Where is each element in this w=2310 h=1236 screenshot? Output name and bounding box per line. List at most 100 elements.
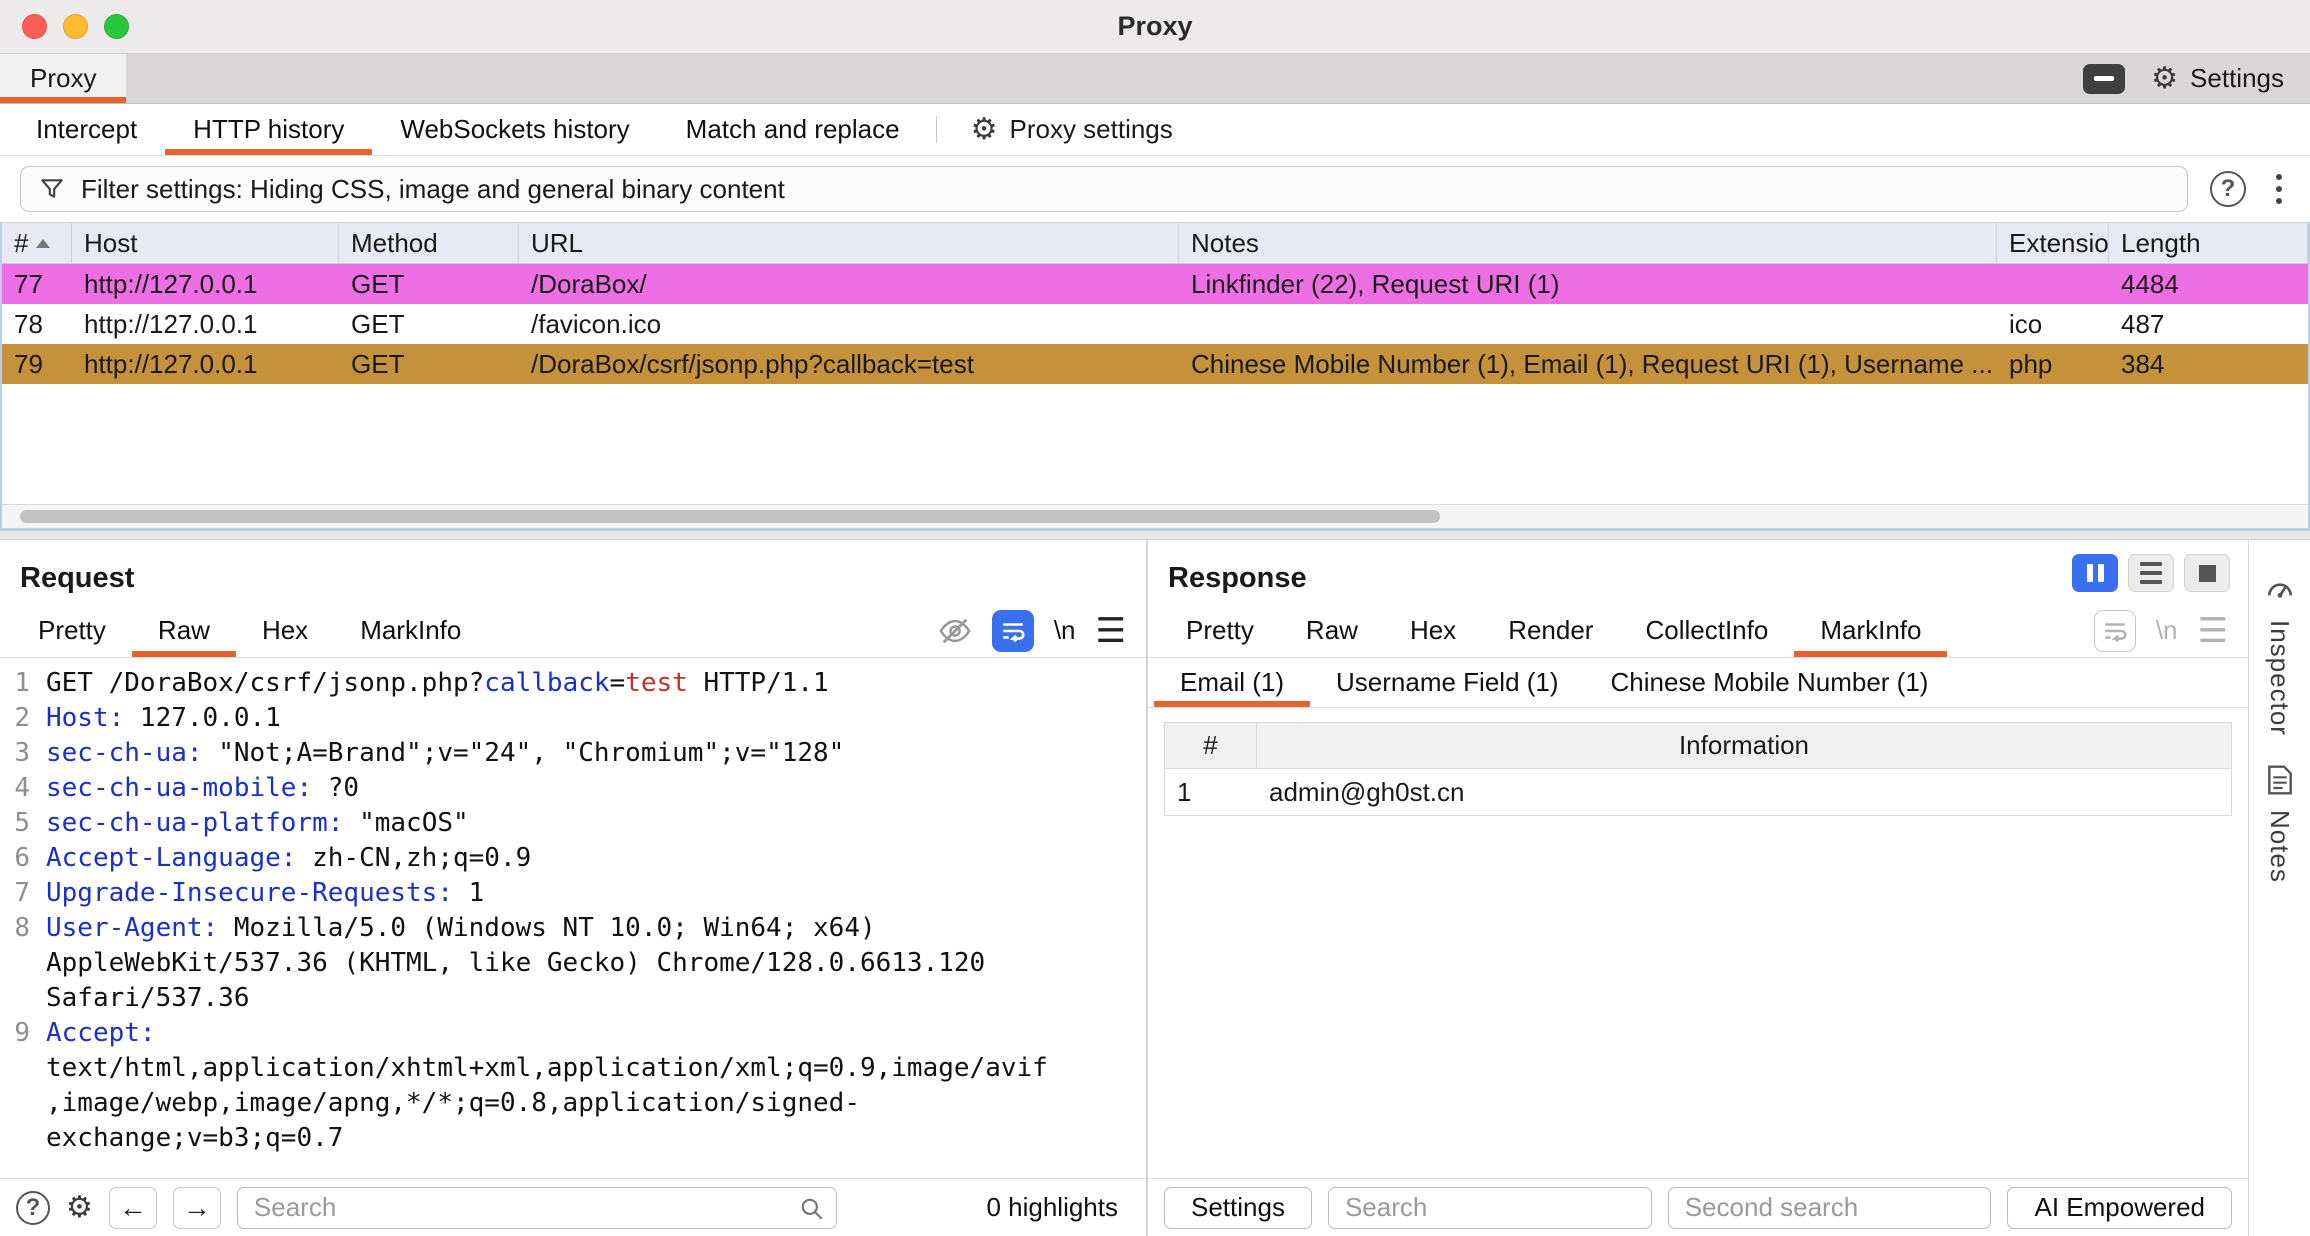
column-header-information[interactable]: Information — [1257, 723, 2231, 768]
help-icon[interactable] — [16, 1190, 50, 1225]
response-tab-bar: Pretty Raw Hex Render CollectInfo MarkInfo \n… — [1148, 604, 2248, 658]
markinfo-settings-button[interactable]: Settings — [1164, 1186, 1312, 1229]
notes-label: Notes — [2265, 809, 2295, 883]
view-toggle-group — [2072, 554, 2230, 592]
request-tab-raw[interactable]: Raw — [132, 604, 236, 657]
list-view-button[interactable] — [2128, 554, 2174, 592]
response-tab-markinfo[interactable]: MarkInfo — [1794, 604, 1947, 657]
column-header-host[interactable]: Host — [72, 223, 339, 263]
horizontal-splitter[interactable] — [0, 530, 2310, 540]
tab-proxy[interactable]: Proxy — [0, 54, 127, 103]
response-tab-hex[interactable]: Hex — [1384, 604, 1482, 657]
response-empty-area — [1148, 816, 2248, 1178]
markinfo-table-header: # Information — [1165, 723, 2231, 769]
second-search-input[interactable] — [1667, 1186, 1992, 1229]
response-tab-pretty[interactable]: Pretty — [1160, 604, 1280, 657]
notes-icon — [2267, 765, 2292, 795]
line-number: 6 — [14, 843, 30, 873]
response-search-input[interactable] — [1327, 1186, 1652, 1229]
more-options-icon[interactable] — [2268, 170, 2290, 208]
show-newlines-toggle[interactable]: \n — [2156, 615, 2178, 646]
rail-item-inspector[interactable]: Inspector — [2264, 574, 2296, 736]
panel-layout-icon[interactable] — [2083, 63, 2126, 94]
response-tab-render[interactable]: Render — [1482, 604, 1619, 657]
tab-intercept[interactable]: Intercept — [8, 104, 165, 155]
column-header-number[interactable]: # — [2, 223, 72, 263]
response-tab-collectinfo[interactable]: CollectInfo — [1619, 604, 1794, 657]
next-match-button[interactable] — [172, 1186, 221, 1229]
table-row[interactable]: 78 http://127.0.0.1 GET/favicon.ico ico 487 — [2, 304, 2308, 344]
filter-funnel-icon — [41, 179, 63, 198]
horizontal-scrollbar[interactable] — [2, 504, 2308, 528]
word-wrap-icon — [2105, 622, 2127, 642]
editor-menu-icon[interactable]: ☰ — [1096, 614, 1126, 648]
info-table-body: 1 admin@gh0st.cn — [1165, 769, 2231, 815]
table-row[interactable]: 1 admin@gh0st.cn — [1165, 769, 2231, 815]
rail-item-notes[interactable]: Notes — [2264, 764, 2295, 883]
divider — [935, 116, 937, 143]
code-line: 4 sec-ch-ua-mobile: ?0 — [0, 771, 1146, 806]
table-empty-area — [2, 384, 2308, 504]
settings-button[interactable]: Settings — [2151, 61, 2284, 96]
sort-asc-icon — [36, 238, 51, 248]
window-controls — [0, 14, 129, 39]
mark-tab-chinese-mobile-number-1[interactable]: Chinese Mobile Number (1) — [1585, 658, 1955, 707]
hide-icon[interactable] — [938, 614, 972, 648]
word-wrap-toggle[interactable] — [991, 609, 1034, 652]
request-tab-pretty[interactable]: Pretty — [12, 604, 132, 657]
proxy-settings-button[interactable]: Proxy settings — [945, 104, 1199, 155]
code-line: 7 Upgrade-Insecure-Requests: 1 — [0, 876, 1146, 911]
column-header-url[interactable]: URL — [519, 223, 1179, 263]
filter-settings-bar[interactable]: Filter settings: Hiding CSS, image and g… — [20, 166, 2188, 212]
line-number: 5 — [14, 808, 30, 838]
minimize-window-button[interactable] — [63, 14, 88, 39]
table-row[interactable]: 77 http://127.0.0.1 GET/DoraBox/Linkfinder… — [2, 264, 2308, 304]
close-window-button[interactable] — [22, 14, 47, 39]
tab-match-and-replace[interactable]: Match and replace — [658, 104, 928, 155]
mark-tab-username-field-1[interactable]: Username Field (1) — [1310, 658, 1585, 707]
editor-settings-icon[interactable] — [66, 1190, 93, 1225]
column-header-method[interactable]: Method — [339, 223, 519, 263]
message-editor-area: Request Pretty Raw Hex MarkInfo \n ☰ 1 G… — [0, 540, 2310, 1236]
filter-settings-text: Filter settings: Hiding CSS, image and g… — [81, 173, 785, 204]
pause-updates-button[interactable] — [2072, 554, 2118, 592]
mark-tab-email-1[interactable]: Email (1) — [1154, 658, 1310, 707]
stop-button[interactable] — [2184, 554, 2230, 592]
mark-tabs: Email (1) Username Field (1) Chinese Mobil… — [1148, 658, 2248, 708]
previous-match-button[interactable] — [108, 1186, 157, 1229]
table-row[interactable]: 79 http://127.0.0.1 GET/DoraBox/csrf/jsonp… — [2, 344, 2308, 384]
proxy-settings-label: Proxy settings — [1009, 114, 1173, 144]
column-header-notes[interactable]: Notes — [1179, 223, 1997, 263]
tab-websockets-history[interactable]: WebSockets history — [372, 104, 657, 155]
help-icon[interactable] — [2210, 171, 2246, 207]
show-newlines-toggle[interactable]: \n — [1054, 615, 1076, 646]
gear-icon — [971, 112, 998, 147]
request-search-input[interactable] — [236, 1186, 837, 1229]
response-toolbar: Settings AI Empowered — [1148, 1178, 2248, 1236]
side-rail: Inspector Notes — [2248, 540, 2310, 1236]
gear-icon — [2151, 61, 2178, 96]
word-wrap-toggle[interactable] — [2093, 609, 2136, 652]
scrollbar-thumb[interactable] — [20, 510, 1440, 523]
response-tab-raw[interactable]: Raw — [1280, 604, 1384, 657]
line-number: 1 — [14, 668, 30, 698]
column-header-number[interactable]: # — [1165, 723, 1257, 768]
request-code[interactable]: 1 GET /DoraBox/csrf/jsonp.php?callback=te… — [0, 658, 1146, 1178]
table-header: # Host Method URL Notes Extension Length — [2, 222, 2308, 264]
code-line: 8 User-Agent: Mozilla/5.0 (Windows NT 10.… — [0, 911, 1146, 1016]
line-number: 7 — [14, 878, 30, 908]
inspector-icon — [2267, 583, 2292, 598]
column-header-extension[interactable]: Extension — [1997, 223, 2109, 263]
column-header-length[interactable]: Length — [2109, 223, 2308, 263]
line-number: 2 — [14, 703, 30, 733]
ai-empowered-button[interactable]: AI Empowered — [2007, 1186, 2233, 1229]
proxy-nav-tabs: Intercept HTTP history WebSockets history M… — [8, 104, 928, 155]
code-line: 2 Host: 127.0.0.1 — [0, 701, 1146, 736]
request-tab-markinfo[interactable]: MarkInfo — [334, 604, 487, 657]
request-panel: Request Pretty Raw Hex MarkInfo \n ☰ 1 G… — [0, 540, 1148, 1236]
request-tab-bar: Pretty Raw Hex MarkInfo \n ☰ — [0, 604, 1146, 658]
request-tab-hex[interactable]: Hex — [236, 604, 334, 657]
editor-menu-icon[interactable]: ☰ — [2198, 614, 2228, 648]
zoom-window-button[interactable] — [104, 14, 129, 39]
tab-http-history[interactable]: HTTP history — [165, 104, 372, 155]
